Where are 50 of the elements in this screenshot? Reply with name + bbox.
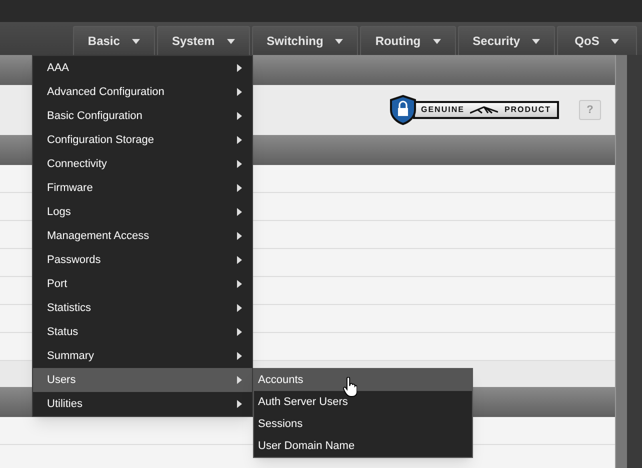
hand-cursor-icon [343, 377, 357, 397]
menu-item[interactable]: Statistics [33, 296, 252, 320]
nav-tab[interactable]: QoS [557, 26, 637, 55]
menu-item[interactable]: Advanced Configuration [33, 80, 252, 104]
caret-icon [226, 38, 235, 44]
menu-item[interactable]: Configuration Storage [33, 128, 252, 152]
submenu-arrow-icon [237, 64, 242, 72]
submenu-arrow-icon [237, 184, 242, 192]
submenu-arrow-icon [237, 376, 242, 384]
nav-tab[interactable]: Basic [72, 26, 155, 55]
menu-item[interactable]: Utilities [33, 392, 252, 416]
submenu-arrow-icon [237, 304, 242, 312]
caret-icon [132, 38, 140, 44]
badge-text: PRODUCT [504, 104, 551, 116]
submenu-arrow-icon [237, 232, 242, 240]
menu-item[interactable]: Firmware [33, 176, 252, 200]
nav-tab[interactable]: Switching [252, 26, 358, 55]
menu-item[interactable]: Connectivity [33, 152, 252, 176]
nav-tab[interactable]: Security [458, 26, 555, 55]
submenu-arrow-icon [237, 208, 242, 216]
submenu-arrow-icon [237, 112, 242, 120]
submenu-arrow-icon [237, 160, 242, 168]
caret-icon [611, 38, 620, 44]
menu-item[interactable]: AAA [33, 56, 252, 80]
nav-tab[interactable]: Routing [360, 26, 456, 55]
caret-icon [432, 38, 441, 44]
submenu-arrow-icon [237, 328, 242, 336]
menu-item[interactable]: Basic Configuration [33, 104, 252, 128]
submenu-arrow-icon [237, 352, 242, 360]
submenu-arrow-icon [237, 280, 242, 288]
menu-item[interactable]: Users [33, 368, 252, 392]
badge-text: GENUINE [420, 104, 464, 116]
menu-item[interactable]: Logs [33, 200, 252, 224]
submenu-arrow-icon [237, 400, 242, 408]
menu-item[interactable]: Status [33, 320, 252, 344]
menu-item[interactable]: Accounts [254, 369, 472, 391]
submenu-arrow-icon [237, 256, 242, 264]
menu-item[interactable]: User Domain Name [254, 435, 472, 457]
menu-item[interactable]: Passwords [33, 248, 252, 272]
menu-item[interactable]: Auth Server Users [254, 391, 472, 413]
caret-icon [532, 38, 540, 44]
caret-icon [335, 38, 344, 44]
menu-item[interactable]: Port [33, 272, 252, 296]
submenu-arrow-icon [237, 88, 242, 96]
nav-tab[interactable]: System [156, 26, 250, 55]
antenna-icon [470, 106, 498, 114]
menu-item[interactable]: Sessions [254, 413, 472, 435]
menu-item[interactable]: Management Access [33, 224, 252, 248]
menu-item[interactable]: Summary [33, 344, 252, 368]
submenu-arrow-icon [237, 136, 242, 144]
